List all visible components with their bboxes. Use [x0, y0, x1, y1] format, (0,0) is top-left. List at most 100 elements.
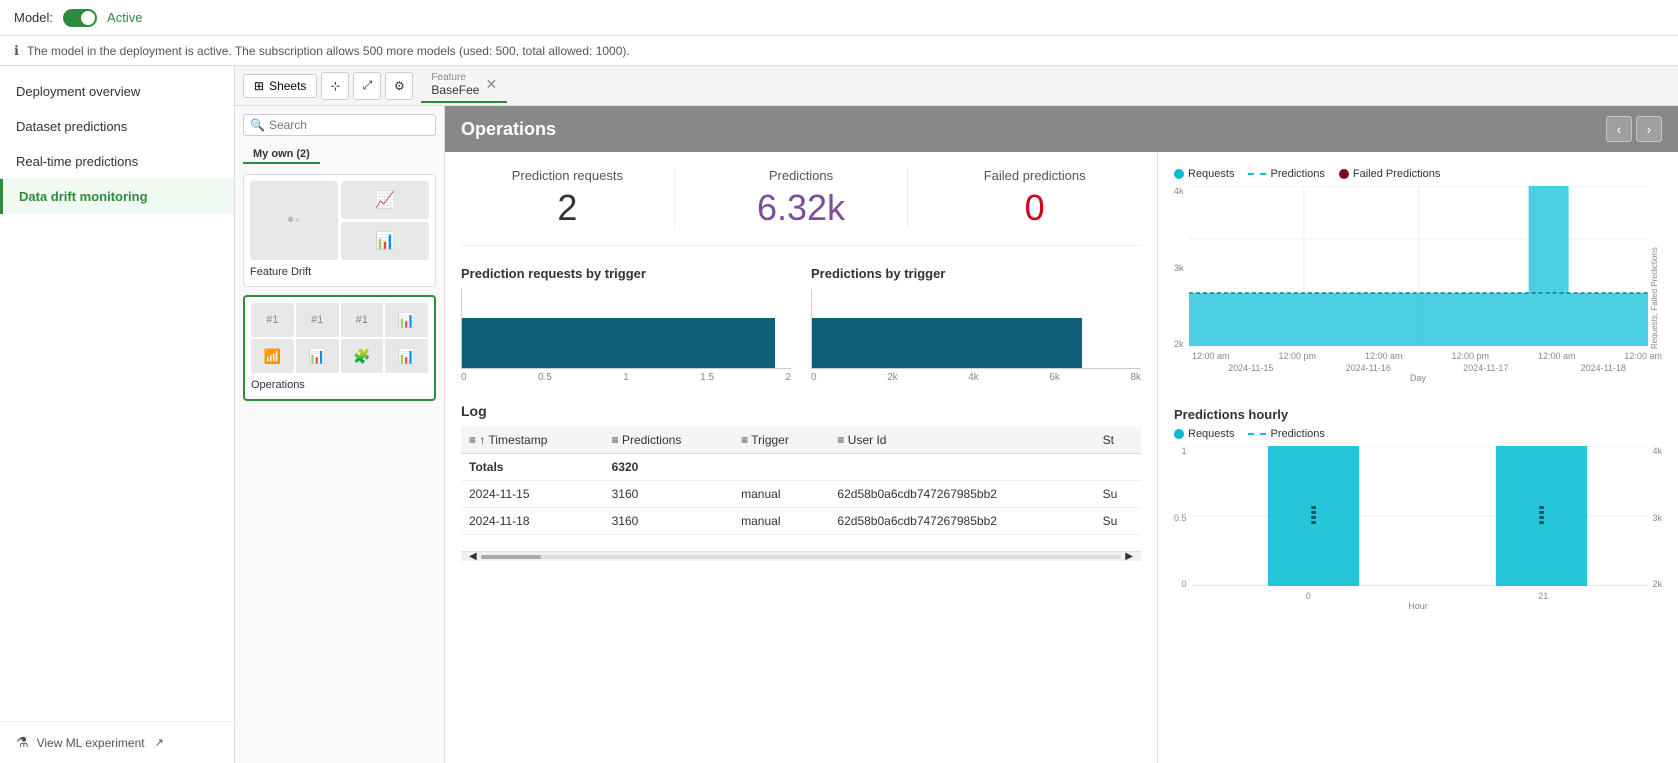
hourly-svg [1192, 446, 1648, 586]
bar-chart-icon-1: 📊 [341, 222, 429, 260]
hour-axis-label: Hour [1174, 601, 1662, 611]
operations-card[interactable]: #1 #1 #1 📊 📶 📊 🧩 📊 Operations [243, 295, 436, 401]
ops-puzzle-icon: 🧩 [341, 339, 384, 373]
row0-trigger: manual [733, 481, 829, 508]
select-icon: ⊹ [330, 79, 340, 93]
scroll-track[interactable] [481, 555, 1122, 559]
toolbar-move-btn[interactable]: ⤢ [353, 72, 381, 100]
ops-header: Operations ‹ › [445, 106, 1678, 152]
model-label: Model: [14, 10, 53, 25]
sidebar-nav: Deployment overview Dataset predictions … [0, 66, 234, 222]
log-row-1: 2024-11-18 3160 manual 62d58b0a6cdb74726… [461, 508, 1141, 535]
metric-prediction-requests: Prediction requests 2 [461, 168, 675, 229]
totals-predictions: 6320 [604, 454, 734, 481]
log-table: ≡ ↑ Timestamp ≡ Predictions [461, 427, 1141, 535]
timeseries-legend: Requests Predictions Failed Predictions [1174, 168, 1662, 180]
scroll-left-btn[interactable]: ◀ [469, 551, 477, 562]
requests-bar [462, 318, 775, 368]
sheets-panel: 🔍 My own (2) •· 📈 📊 Feature Drift [235, 106, 445, 763]
view-ml-experiment-btn[interactable]: ⚗ View ML experiment ↗ [0, 721, 234, 763]
predictions-trigger-chart: Predictions by trigger 0 2k 4k 6k 8k [811, 266, 1141, 383]
col-header-trigger[interactable]: ≡ Trigger [733, 427, 829, 454]
feature-drift-card[interactable]: •· 📈 📊 Feature Drift [243, 174, 436, 287]
row0-status: Su [1095, 481, 1141, 508]
sheets-button[interactable]: ⊞ Sheets [243, 74, 317, 98]
active-status: Active [107, 10, 142, 25]
below-toolbar: 🔍 My own (2) •· 📈 📊 Feature Drift [235, 106, 1678, 763]
sheets-icon: ⊞ [254, 79, 264, 93]
predictions-bar-chart [811, 289, 1141, 369]
ops-bar3-icon: #1 [341, 303, 384, 337]
col-header-timestamp[interactable]: ≡ ↑ Timestamp [461, 427, 604, 454]
row0-timestamp: 2024-11-15 [461, 481, 604, 508]
ops-header-nav: ‹ › [1606, 116, 1662, 142]
feature-drift-title: Feature Drift [250, 264, 429, 280]
toolbar-settings-btn[interactable]: ⚙ [385, 72, 413, 100]
totals-label: Totals [461, 454, 604, 481]
metric-failed-predictions: Failed predictions 0 [928, 168, 1141, 229]
row1-timestamp: 2024-11-18 [461, 508, 604, 535]
requests-trigger-chart: Prediction requests by trigger 0 0.5 1 1… [461, 266, 791, 383]
row0-predictions: 3160 [604, 481, 734, 508]
sidebar-item-realtime-predictions[interactable]: Real-time predictions [0, 144, 234, 179]
line-chart-icon: 📈 [341, 181, 429, 219]
ops-bar4-icon: 📊 [385, 303, 428, 337]
ops-chart2-icon: 📊 [385, 339, 428, 373]
log-totals-row: Totals 6320 [461, 454, 1141, 481]
requests-dot [1174, 169, 1184, 179]
legend-failed: Failed Predictions [1339, 168, 1440, 180]
search-icon: 🔍 [250, 118, 265, 132]
content-area: ⊞ Sheets ⊹ ⤢ ⚙ Feature BaseFee ✕ [235, 66, 1678, 763]
legend-predictions: Predictions [1248, 168, 1324, 180]
sidebar-item-dataset-predictions[interactable]: Dataset predictions [0, 109, 234, 144]
ops-bar1-icon: #1 [251, 303, 294, 337]
failed-dot [1339, 169, 1349, 179]
search-box[interactable]: 🔍 [243, 114, 436, 136]
sidebar-item-deployment-overview[interactable]: Deployment overview [0, 74, 234, 109]
ops-col2-icon: 📊 [296, 339, 339, 373]
toolbar-select-btn[interactable]: ⊹ [321, 72, 349, 100]
predictions-dashed [1248, 173, 1266, 175]
hourly-legend: Requests Predictions [1174, 428, 1662, 440]
timeseries-svg [1189, 186, 1648, 346]
predictions-bar [812, 318, 1082, 368]
legend-requests: Requests [1174, 168, 1234, 180]
col-header-status[interactable]: St [1095, 427, 1141, 454]
main-layout: Deployment overview Dataset predictions … [0, 66, 1678, 763]
ops-right-panel: Requests Predictions Failed Predictions [1158, 152, 1678, 763]
operations-main: Operations ‹ › Prediction requests 2 [445, 106, 1678, 763]
ops-prev-btn[interactable]: ‹ [1606, 116, 1632, 142]
move-icon: ⤢ [363, 78, 373, 93]
search-input[interactable] [269, 118, 429, 132]
timeseries-chart: Requests Predictions Failed Predictions [1174, 168, 1662, 383]
ops-next-btn[interactable]: › [1636, 116, 1662, 142]
model-toggle[interactable] [63, 9, 97, 27]
feature-tab[interactable]: Feature BaseFee ✕ [421, 68, 507, 103]
ops-content: Prediction requests 2 Predictions 6.32k … [445, 152, 1678, 763]
external-link-icon: ↗ [155, 736, 164, 749]
scroll-indicator[interactable]: ◀ ▶ [461, 551, 1141, 561]
filter3-icon: ≡ [837, 433, 844, 447]
row1-trigger: manual [733, 508, 829, 535]
row1-status: Su [1095, 508, 1141, 535]
hourly-chart: Predictions hourly Requests Predictions [1174, 407, 1662, 611]
my-own-label: My own (2) [243, 144, 320, 164]
scroll-right-btn[interactable]: ▶ [1125, 551, 1133, 562]
ops-header-title: Operations [461, 119, 556, 140]
scatter-icon: •· [250, 181, 338, 260]
scroll-thumb[interactable] [481, 555, 541, 559]
hourly-legend-requests: Requests [1174, 428, 1234, 440]
filter2-icon: ≡ [741, 433, 748, 447]
feature-tab-close[interactable]: ✕ [485, 76, 497, 93]
filter-icon: ≡ [612, 433, 619, 447]
log-section: Log ≡ ↑ Timestamp ≡ [461, 403, 1141, 535]
flask-icon: ⚗ [16, 734, 29, 751]
predictions-axis: 0 2k 4k 6k 8k [811, 372, 1141, 383]
col-header-userid[interactable]: ≡ User Id [829, 427, 1094, 454]
top-bar: Model: Active [0, 0, 1678, 36]
ops-col1-icon: 📶 [251, 339, 294, 373]
sidebar-item-data-drift-monitoring[interactable]: Data drift monitoring [0, 179, 234, 214]
metric-predictions: Predictions 6.32k [695, 168, 909, 229]
col-header-predictions[interactable]: ≡ Predictions [604, 427, 734, 454]
gear-icon: ⚙ [394, 79, 405, 93]
